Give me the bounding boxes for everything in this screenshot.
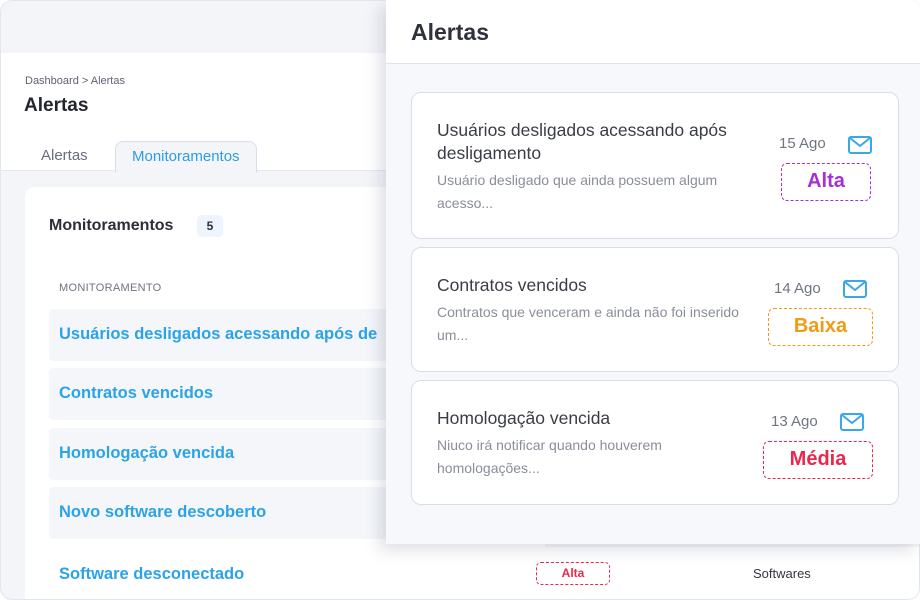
alert-card[interactable]: Homologação vencida Niuco irá notificar … (411, 380, 899, 505)
alert-date: 13 Ago (771, 413, 818, 430)
mail-icon[interactable] (848, 136, 872, 154)
alert-card[interactable]: Usuários desligados acessando após desli… (411, 92, 899, 239)
count-badge: 5 (197, 215, 223, 237)
alert-date: 15 Ago (779, 135, 826, 152)
alert-title: Homologação vencida (437, 408, 611, 428)
priority-badge: Alta (781, 163, 871, 201)
row-category: Softwares (753, 566, 811, 581)
mail-icon[interactable] (840, 413, 864, 431)
tab-monitoramentos[interactable]: Monitoramentos (115, 141, 257, 173)
tab-alertas[interactable]: Alertas (25, 141, 104, 172)
alerts-dropdown: Alertas Usuários desligados acessando ap… (386, 0, 920, 544)
column-header-monitoramento[interactable]: MONITORAMENTO (59, 282, 162, 294)
alerts-title: Alertas (411, 19, 489, 45)
priority-badge: Baixa (768, 308, 873, 346)
mail-icon[interactable] (843, 280, 867, 298)
alert-description: Niuco irá notificar quando houverem homo… (437, 437, 662, 476)
alert-description: Usuário desligado que ainda possuem algu… (437, 172, 718, 211)
alert-title: Contratos vencidos (437, 275, 587, 295)
priority-badge: Alta (536, 562, 610, 585)
row-label[interactable]: Homologação vencida (59, 444, 234, 463)
alert-title: Usuários desligados acessando após desli… (437, 120, 727, 163)
alerts-header: Alertas (386, 0, 920, 64)
panel-title: Monitoramentos (49, 217, 174, 234)
row-label[interactable]: Contratos vencidos (59, 384, 213, 403)
priority-badge: Média (763, 441, 873, 479)
alert-date: 14 Ago (774, 280, 821, 297)
page-title: Alertas (24, 95, 89, 116)
row-label[interactable]: Usuários desligados acessando após de (59, 325, 377, 344)
row-label[interactable]: Novo software descoberto (59, 503, 266, 522)
row-label[interactable]: Software desconectado (59, 565, 244, 584)
alert-card[interactable]: Contratos vencidos Contratos que vencera… (411, 247, 899, 372)
alert-description: Contratos que venceram e ainda não foi i… (437, 304, 739, 343)
breadcrumb[interactable]: Dashboard > Alertas (25, 75, 125, 87)
